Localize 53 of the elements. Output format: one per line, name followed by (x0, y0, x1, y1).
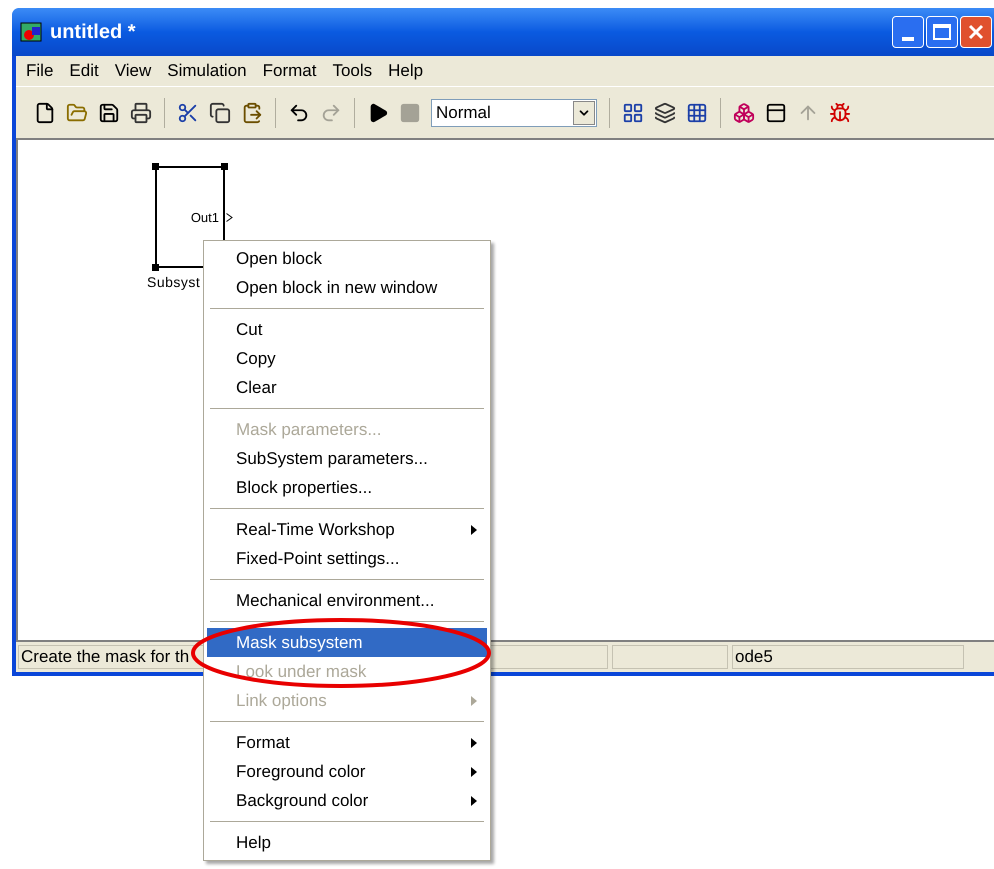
new-file-icon (34, 102, 56, 124)
printer-icon (130, 102, 152, 124)
minimize-icon (902, 37, 914, 41)
blocks-icon (733, 102, 755, 124)
menu-item[interactable]: View (114, 58, 152, 84)
context-menu-item[interactable]: Clear (207, 373, 487, 402)
menu-item[interactable]: Format (262, 58, 316, 84)
context-menu-item[interactable]: Block properties... (207, 473, 487, 502)
close-button[interactable] (960, 16, 992, 48)
menu-item[interactable]: File (26, 58, 54, 84)
context-menu-item[interactable]: Copy (207, 344, 487, 373)
menu-item[interactable]: Help (388, 58, 424, 84)
maximize-button[interactable] (926, 16, 958, 48)
paste-icon (241, 102, 263, 124)
context-menu-item[interactable]: Format (207, 728, 487, 757)
output-port-icon (226, 213, 233, 222)
port-label: Out1 (190, 209, 219, 227)
bug-icon (829, 102, 851, 124)
context-menu-item[interactable]: Foreground color (207, 757, 487, 786)
close-icon (967, 23, 985, 41)
panel-icon (765, 102, 787, 124)
context-menu-item[interactable]: Open block in new window (207, 273, 487, 302)
save-icon (98, 102, 120, 124)
context-menu-item[interactable]: Background color (207, 786, 487, 815)
mode-dropdown[interactable]: Normal (431, 98, 597, 126)
context-menu-item[interactable]: Mechanical environment... (207, 586, 487, 615)
menu-item[interactable]: Edit (69, 58, 99, 84)
minimize-button[interactable] (892, 16, 924, 48)
menu-item[interactable]: Simulation (167, 58, 247, 84)
solver-status: ode5 (732, 645, 964, 669)
maximize-icon (933, 24, 951, 40)
selection-handle[interactable] (152, 264, 159, 271)
stop-icon (399, 102, 421, 124)
folder-icon (66, 102, 88, 124)
context-menu-item[interactable]: Cut (207, 315, 487, 344)
scissors-icon (177, 102, 199, 124)
selection-handle[interactable] (152, 163, 159, 170)
grid-icon (622, 102, 644, 124)
undo-icon (288, 102, 310, 124)
layers-icon (654, 102, 676, 124)
context-menu-item[interactable]: Fixed-Point settings... (207, 544, 487, 573)
context-menu-item[interactable]: Mask subsystem (207, 628, 487, 657)
window-title: untitled * (50, 20, 136, 45)
app-icon (20, 21, 42, 43)
context-menu-item[interactable]: SubSystem parameters... (207, 444, 487, 473)
context-menu-item[interactable]: Real-Time Workshop (207, 515, 487, 544)
grid-icon (686, 102, 708, 124)
block-name: Subsyst (147, 273, 200, 292)
menu-item[interactable]: Tools (332, 58, 372, 84)
selection-handle[interactable] (221, 163, 228, 170)
redo-icon (320, 102, 342, 124)
context-menu-item[interactable]: Help (207, 828, 487, 857)
copy-icon (209, 102, 231, 124)
